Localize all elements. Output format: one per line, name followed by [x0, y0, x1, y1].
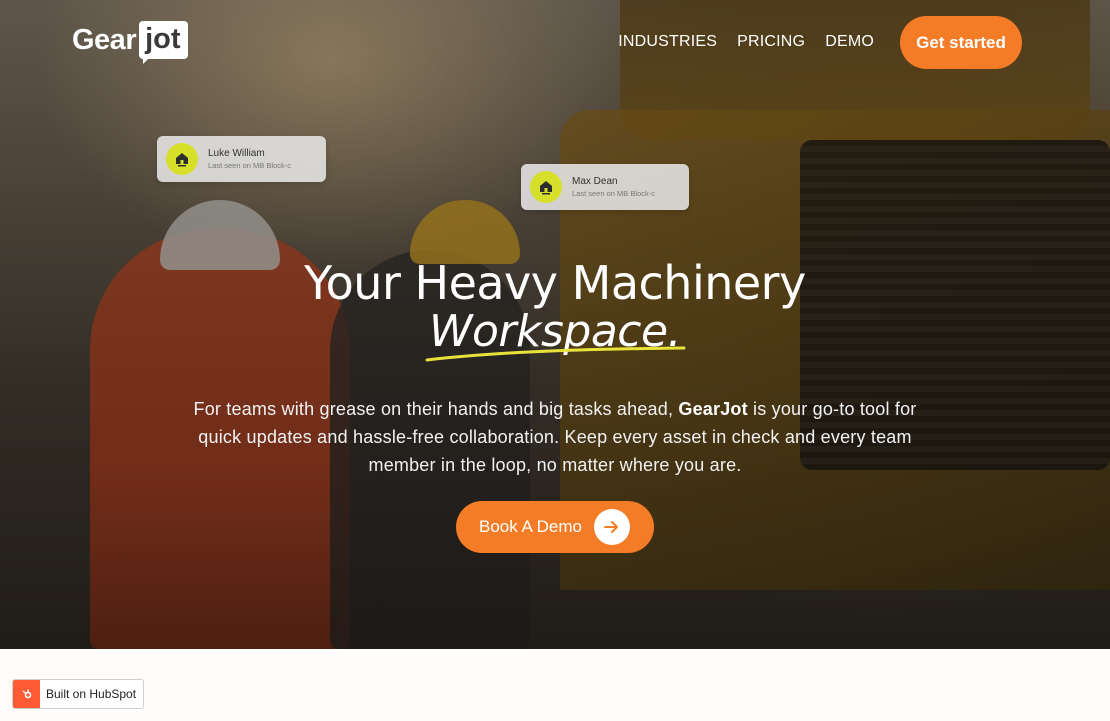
description-text: For teams with grease on their hands and…: [193, 399, 679, 419]
card-user-status: Last seen on MB Block-c: [208, 161, 291, 170]
hubspot-badge[interactable]: Built on HubSpot: [12, 679, 144, 709]
nav-industries[interactable]: INDUSTRIES: [618, 33, 717, 51]
get-started-button[interactable]: Get started: [900, 16, 1022, 69]
hero-title: Your Heavy Machinery: [304, 256, 806, 310]
home-icon: [166, 143, 198, 175]
user-card-luke: Luke William Last seen on MB Block-c: [157, 136, 326, 182]
arrow-right-icon: [594, 509, 631, 545]
logo-text-gear: Gear: [72, 23, 137, 56]
gearjot-logo[interactable]: Gear jot: [72, 21, 188, 64]
description-brand: GearJot: [678, 399, 748, 419]
nav-demo[interactable]: DEMO: [825, 33, 874, 51]
card-user-name: Max Dean: [572, 176, 618, 187]
user-card-max: Max Dean Last seen on MB Block-c: [521, 164, 689, 210]
home-icon: [530, 171, 562, 203]
hero-section: Gear jot INDUSTRIES PRICING DEMO Get sta…: [0, 0, 1110, 649]
book-demo-label: Book A Demo: [479, 517, 583, 536]
card-user-name: Luke William: [208, 148, 265, 159]
nav-pricing[interactable]: PRICING: [737, 33, 805, 51]
book-demo-button[interactable]: Book A Demo: [456, 501, 654, 553]
card-user-status: Last seen on MB Block-c: [572, 189, 655, 198]
logo-text-jot: jot: [139, 21, 188, 64]
main-nav: INDUSTRIES PRICING DEMO: [618, 33, 874, 51]
hubspot-label: Built on HubSpot: [46, 687, 137, 701]
hero-description: For teams with grease on their hands and…: [190, 395, 920, 479]
hubspot-icon: [13, 680, 40, 708]
title-underline: [425, 346, 686, 362]
